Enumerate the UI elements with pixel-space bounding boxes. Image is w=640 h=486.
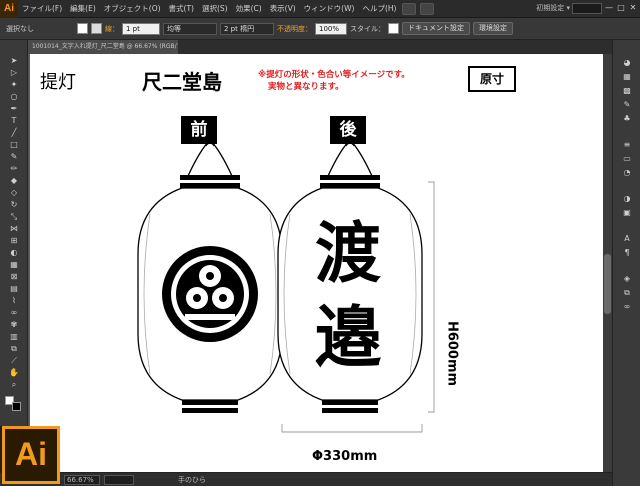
document-tab-bar: 1001014_文字入れ提灯_尺二堂島 @ 66.67% (RGB/プレビュー) (28, 40, 612, 54)
brush-dropdown[interactable]: 2 pt 楕円 (220, 22, 274, 35)
layers-icon[interactable]: ◈ (621, 274, 633, 284)
app-logo: Ai (0, 0, 18, 18)
artboard-icon[interactable]: ⧉ (9, 344, 19, 354)
arrange-documents-icon[interactable] (420, 2, 435, 15)
graph-icon[interactable]: ▥ (9, 332, 19, 342)
menu-edit[interactable]: 編集(E) (66, 3, 100, 14)
color-guide-icon[interactable]: ▦ (621, 72, 633, 82)
direct-selection-icon[interactable]: ▷ (9, 68, 19, 78)
minimize-button[interactable]: — (604, 3, 614, 13)
opacity-label: 不透明度： (277, 24, 312, 33)
stroke-label: 線： (105, 24, 119, 33)
maximize-button[interactable]: □ (616, 3, 626, 13)
perspective-icon[interactable]: ▦ (9, 260, 19, 270)
width-icon[interactable]: ⋈ (9, 224, 19, 234)
links-icon[interactable]: ∞ (621, 302, 633, 312)
family-crest (162, 246, 258, 342)
paragraph-icon[interactable]: ¶ (621, 248, 633, 258)
brushes-icon[interactable]: ✎ (621, 100, 633, 110)
appearance-icon[interactable]: ◑ (621, 194, 633, 204)
vertical-scrollbar[interactable] (603, 54, 612, 472)
blend-icon[interactable]: ∞ (9, 308, 19, 318)
style-label: スタイル： (350, 24, 385, 33)
selection-status: 選択なし (6, 24, 34, 33)
search-input[interactable] (572, 3, 602, 14)
scrollbar-thumb[interactable] (604, 254, 611, 314)
pencil-icon[interactable]: ✏ (9, 164, 19, 174)
stroke-weight-field[interactable]: 1 pt (122, 22, 160, 35)
artboard[interactable]: 提灯 尺二堂島 ※提灯の形状・色合い等イメージです。 実物と異なります。 原寸 (30, 54, 608, 472)
menu-type[interactable]: 書式(T) (165, 3, 198, 14)
close-button[interactable]: ✕ (628, 3, 638, 13)
tools-panel: ➤ ▷ ✦ ○ ✒ T ╱ □ ✎ ✏ ◆ ◇ ↻ ⤡ ⋈ ⊞ ◐ ▦ ⊠ ▤ … (0, 40, 28, 426)
paintbrush-icon[interactable]: ✎ (9, 152, 19, 162)
zoom-value: 66.67% (67, 476, 94, 484)
character-icon[interactable]: A (621, 234, 633, 244)
rotate-icon[interactable]: ↻ (9, 200, 19, 210)
back-label: 後 (330, 116, 366, 144)
menu-select[interactable]: 選択(S) (198, 3, 232, 14)
color-icon[interactable]: ◕ (621, 58, 633, 68)
hand-icon[interactable]: ✋ (9, 368, 19, 378)
artboards-icon[interactable]: ⧉ (621, 288, 633, 298)
menu-bar: Ai ファイル(F) 編集(E) オブジェクト(O) 書式(T) 選択(S) 効… (0, 0, 640, 18)
zoom-field[interactable]: 66.67% (64, 475, 100, 485)
lasso-icon[interactable]: ○ (9, 92, 19, 102)
gradient-icon[interactable]: ▤ (9, 284, 19, 294)
panel-dock: ◕ ▦ ▩ ✎ ♣ ≡ ▭ ◔ ◑ ▣ A ¶ ◈ ⧉ ∞ (612, 40, 640, 486)
selection-icon[interactable]: ➤ (9, 56, 19, 66)
artboard-navigator[interactable] (104, 475, 134, 485)
transparency-icon[interactable]: ◔ (621, 168, 633, 178)
swatches-icon[interactable]: ▩ (621, 86, 633, 96)
document-setup-button[interactable]: ドキュメント設定 (402, 22, 470, 35)
front-label: 前 (181, 116, 217, 144)
illustrator-logo: Ai (2, 426, 60, 484)
type-icon[interactable]: T (9, 116, 19, 126)
stroke-swatch[interactable] (91, 23, 102, 34)
front-lantern (137, 139, 283, 413)
menu-object[interactable]: オブジェクト(O) (100, 3, 165, 14)
graphic-styles-icon[interactable]: ▣ (621, 208, 633, 218)
gradient-panel-icon[interactable]: ▭ (621, 154, 633, 164)
status-bar: 66.67% 手のひら (0, 472, 612, 486)
stroke-color-icon[interactable] (12, 402, 21, 411)
control-bar: 選択なし 線： 1 pt 均等 2 pt 楕円 不透明度： 100% スタイル：… (0, 18, 640, 40)
fill-swatch[interactable] (77, 23, 88, 34)
bridge-icon[interactable] (402, 2, 417, 15)
slice-icon[interactable]: ⟋ (9, 356, 19, 366)
document-tab[interactable]: 1001014_文字入れ提灯_尺二堂島 @ 66.67% (RGB/プレビュー) (28, 40, 178, 54)
line-icon[interactable]: ╱ (9, 128, 19, 138)
profile-dropdown[interactable]: 均等 (163, 22, 217, 35)
stroke-icon[interactable]: ≡ (621, 140, 633, 150)
eyedropper-icon[interactable]: ⌇ (9, 296, 19, 306)
rectangle-icon[interactable]: □ (9, 140, 19, 150)
zoom-icon[interactable]: ⌕ (9, 380, 19, 390)
blob-brush-icon[interactable]: ◆ (9, 176, 19, 186)
shape-builder-icon[interactable]: ◐ (9, 248, 19, 258)
mesh-icon[interactable]: ⊠ (9, 272, 19, 282)
free-transform-icon[interactable]: ⊞ (9, 236, 19, 246)
menu-view[interactable]: 表示(V) (266, 3, 300, 14)
name-character-2: 邉 (315, 298, 381, 376)
opacity-field[interactable]: 100% (315, 22, 347, 35)
name-character-1: 渡 (315, 214, 381, 292)
workspace-switcher[interactable]: 初期設定 ▾ (536, 3, 570, 13)
profile-label: 均等 (167, 24, 181, 33)
symbols-icon[interactable]: ♣ (621, 114, 633, 124)
style-swatch[interactable] (388, 23, 399, 34)
preferences-button[interactable]: 環境設定 (473, 22, 513, 35)
current-tool-label: 手のひら (178, 476, 206, 484)
menu-effect[interactable]: 効果(C) (232, 3, 266, 14)
magic-wand-icon[interactable]: ✦ (9, 80, 19, 90)
height-dimension: H600mm (444, 320, 460, 387)
scale-icon[interactable]: ⤡ (9, 212, 19, 222)
menu-window[interactable]: ウィンドウ(W) (300, 3, 359, 14)
eraser-icon[interactable]: ◇ (9, 188, 19, 198)
symbol-sprayer-icon[interactable]: ✾ (9, 320, 19, 330)
width-dimension: Φ330mm (312, 449, 378, 464)
menu-file[interactable]: ファイル(F) (18, 3, 66, 14)
canvas-area[interactable]: 提灯 尺二堂島 ※提灯の形状・色合い等イメージです。 実物と異なります。 原寸 (28, 54, 612, 472)
menu-help[interactable]: ヘルプ(H) (358, 3, 400, 14)
pen-icon[interactable]: ✒ (9, 104, 19, 114)
